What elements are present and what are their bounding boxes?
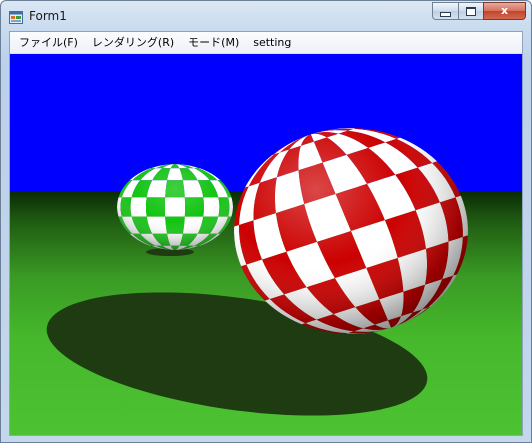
red-checker-sphere [234, 128, 468, 334]
render-viewport[interactable] [10, 54, 522, 435]
maximize-icon [466, 6, 476, 16]
menu-rendering[interactable]: レンダリング(R) [85, 33, 181, 52]
maximize-button[interactable] [458, 2, 483, 20]
menu-mode[interactable]: モード(M) [181, 33, 246, 52]
rendered-scene [10, 54, 522, 435]
menu-bar: ファイル(F) レンダリング(R) モード(M) setting [10, 32, 522, 54]
green-checker-sphere [117, 164, 233, 250]
window-controls: x [432, 2, 526, 21]
client-area: ファイル(F) レンダリング(R) モード(M) setting [9, 31, 523, 436]
title-bar[interactable]: Form1 x [1, 1, 531, 31]
menu-setting[interactable]: setting [246, 33, 298, 52]
close-icon: x [500, 4, 509, 17]
minimize-button[interactable] [432, 2, 458, 20]
form-icon[interactable] [9, 9, 23, 24]
window-title: Form1 [29, 9, 67, 23]
app-window: Form1 x ファイル(F) レンダリング(R) モード(M) setting [0, 0, 532, 443]
menu-file[interactable]: ファイル(F) [10, 33, 85, 52]
minimize-icon [440, 11, 451, 17]
close-button[interactable]: x [483, 2, 526, 20]
